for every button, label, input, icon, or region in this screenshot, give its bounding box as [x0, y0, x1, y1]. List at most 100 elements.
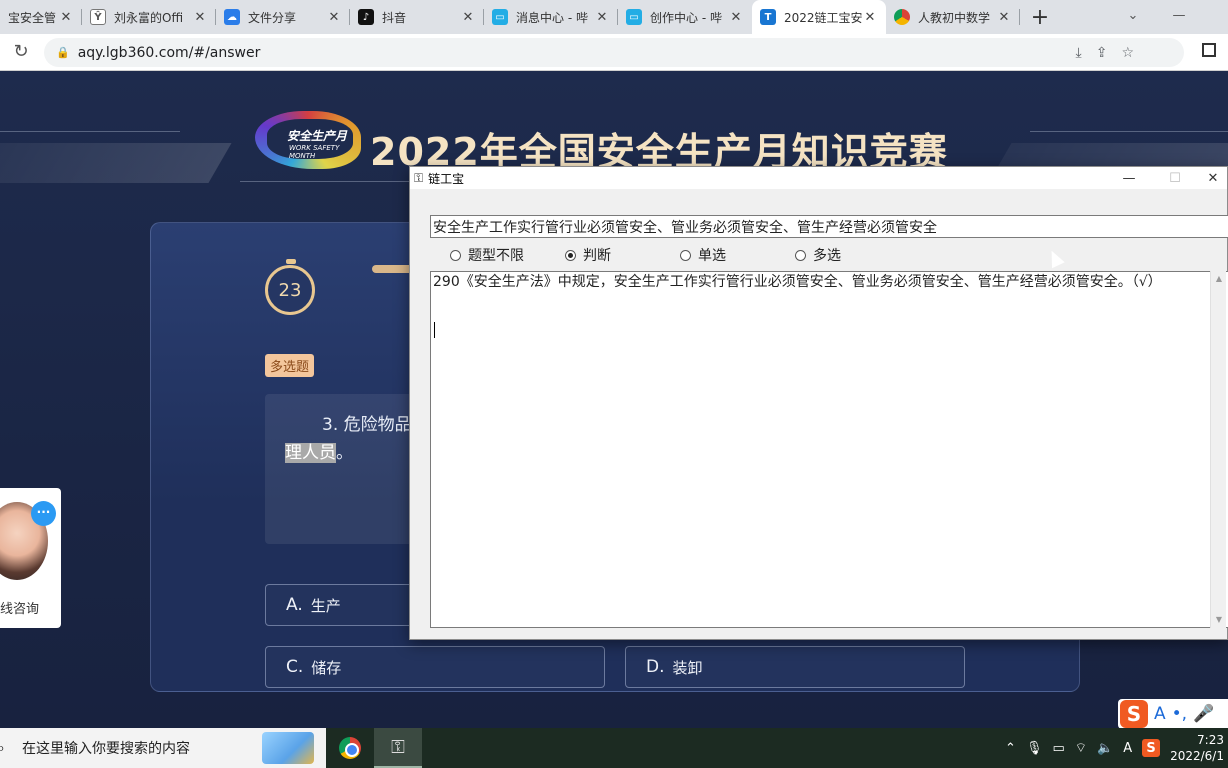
option-a-button[interactable]: A. 生产	[265, 584, 415, 626]
search-input[interactable]: 安全生产工作实行管行业必须管安全、管业务必须管安全、管生产经营必须管安全	[430, 215, 1228, 238]
lgb-favicon-icon: T	[760, 9, 776, 25]
volume-icon[interactable]: 🔈	[1097, 741, 1113, 756]
tab-search-chevron-icon[interactable]: ⌄	[1110, 0, 1156, 30]
browser-tab[interactable]: ♪ 抖音 ✕	[350, 0, 484, 34]
window-titlebar: ⚿ 链工宝 — ☐ ✕	[410, 167, 1227, 189]
countdown-timer: 23	[265, 259, 315, 315]
browser-tab[interactable]: 宝安全管 ✕	[0, 0, 82, 34]
close-icon[interactable]: ✕	[1198, 167, 1228, 189]
microphone-icon[interactable]: 🎤	[1193, 704, 1214, 724]
window-title: 链工宝	[428, 171, 465, 186]
option-letter: C.	[286, 657, 304, 677]
tab-title: 文件分享	[248, 10, 297, 25]
bilibili-favicon-icon: ▭	[626, 9, 642, 25]
option-text: 生产	[310, 596, 341, 615]
punctuation-icon[interactable]: •,	[1172, 704, 1187, 724]
scroll-down-icon[interactable]: ▼	[1211, 612, 1227, 628]
result-text: 290《安全生产法》中规定，安全生产工作实行管行业必须管安全、管业务必须管安全、…	[433, 274, 1162, 290]
close-tab-icon[interactable]: ✕	[326, 10, 342, 25]
maximize-icon[interactable]: ☐	[1152, 167, 1198, 189]
browser-tab[interactable]: ▭ 创作中心 - 哔 ✕	[618, 0, 752, 34]
bookmark-star-icon[interactable]: ☆	[1121, 45, 1134, 61]
question-type-badge: 多选题	[265, 354, 315, 377]
cloud-favicon-icon: ☁	[224, 9, 240, 25]
radio-dot	[795, 249, 806, 261]
bilibili-favicon-icon: ▭	[492, 9, 508, 25]
sogou-tray-icon[interactable]: S	[1142, 739, 1161, 757]
ime-mode-tray-icon[interactable]: A	[1123, 741, 1132, 756]
chrome-favicon-icon	[894, 9, 910, 25]
tab-title: 人教初中数学	[918, 10, 991, 25]
question-text-line2: 理人员。	[285, 438, 353, 463]
decor-stripe	[0, 143, 232, 183]
taskbar-lgb-app-button[interactable]: ⚿	[374, 728, 422, 768]
radio-dot-selected	[565, 249, 576, 261]
browser-tab[interactable]: 人教初中数学 ✕	[886, 0, 1020, 34]
minimize-window-icon[interactable]: —	[1156, 0, 1202, 30]
battery-icon[interactable]: ▭	[1052, 741, 1064, 756]
reload-icon[interactable]: ↻	[10, 41, 32, 63]
taskbar-search-box[interactable]: ⌕ 在这里输入你要搜索的内容	[0, 728, 326, 768]
scroll-up-icon[interactable]: ▲	[1211, 271, 1227, 287]
vertical-scrollbar[interactable]: ▲ ▼	[1210, 271, 1226, 628]
browser-tab-active[interactable]: T 2022链工宝安 ✕	[752, 0, 886, 34]
radio-multi-choice[interactable]: 多选	[795, 245, 841, 265]
decor-line	[1030, 131, 1228, 132]
taskbar-search-placeholder: 在这里输入你要搜索的内容	[22, 741, 190, 757]
chrome-icon	[339, 737, 361, 759]
browser-tab[interactable]: ☁ 文件分享 ✕	[216, 0, 350, 34]
close-tab-icon[interactable]: ✕	[862, 10, 878, 25]
close-tab-icon[interactable]: ✕	[192, 10, 208, 25]
radio-dot	[680, 249, 691, 261]
option-c-button[interactable]: C. 储存	[265, 646, 605, 688]
radio-true-false[interactable]: 判断	[565, 245, 611, 265]
minimize-icon[interactable]: —	[1106, 167, 1152, 189]
logo-subtext: WORK SAFETY MONTH	[289, 144, 340, 160]
safety-month-logo: 安全生产月 WORK SAFETY MONTH	[255, 111, 361, 169]
radio-dot	[450, 249, 461, 261]
option-letter: A.	[286, 595, 303, 615]
ime-mode-label: A	[1154, 704, 1166, 724]
key-icon: ⚿	[414, 170, 424, 185]
online-consult-widget[interactable]: ··· 线咨询	[0, 488, 61, 628]
url-omnibox[interactable]: 🔒 aqy.lgb360.com/#/answer ⤓ ⇪ ☆	[44, 38, 1184, 67]
text-caret	[434, 322, 435, 338]
tab-title: 宝安全管	[8, 10, 57, 25]
install-app-icon[interactable]: ⤓	[1076, 45, 1082, 61]
url-text: aqy.lgb360.com/#/answer	[77, 44, 261, 61]
close-tab-icon[interactable]: ✕	[728, 10, 744, 25]
result-textarea[interactable]: 290《安全生产法》中规定，安全生产工作实行管行业必须管安全、管业务必须管安全、…	[430, 271, 1228, 628]
option-d-button[interactable]: D. 装卸	[625, 646, 965, 688]
browser-tab-strip: 宝安全管 ✕ Ŷ 刘永富的Offi ✕ ☁ 文件分享 ✕ ♪ 抖音 ✕ ▭ 消息…	[0, 0, 1228, 34]
close-tab-icon[interactable]: ✕	[460, 10, 476, 25]
radio-label: 题型不限	[468, 248, 524, 264]
search-icon: ⌕	[0, 738, 5, 757]
show-hidden-icons-icon[interactable]: ⌃	[1005, 741, 1016, 756]
radio-single-choice[interactable]: 单选	[680, 245, 726, 265]
question-text-end: 。	[336, 443, 353, 463]
weather-widget-icon[interactable]	[262, 732, 314, 764]
ime-toolbar[interactable]: S A •, 🎤	[1118, 699, 1228, 729]
close-tab-icon[interactable]: ✕	[594, 10, 610, 25]
chat-bubble-icon: ···	[31, 501, 56, 526]
tab-title: 消息中心 - 哔	[516, 10, 588, 25]
taskbar-chrome-button[interactable]	[326, 728, 374, 768]
close-tab-icon[interactable]: ✕	[996, 10, 1012, 25]
radio-label: 判断	[583, 248, 611, 264]
decor-line	[0, 131, 180, 132]
radio-any-type[interactable]: 题型不限	[450, 245, 524, 265]
tray-clock[interactable]: 7:23 2022/6/1	[1170, 732, 1224, 764]
close-tab-icon[interactable]: ✕	[58, 10, 74, 25]
new-tab-button[interactable]: +	[1020, 0, 1060, 34]
share-icon[interactable]: ⇪	[1096, 45, 1108, 61]
office-favicon-icon: Ŷ	[90, 9, 106, 25]
tray-time: 7:23	[1197, 733, 1224, 747]
browser-tab[interactable]: ▭ 消息中心 - 哔 ✕	[484, 0, 618, 34]
side-panel-icon[interactable]	[1202, 43, 1216, 57]
wifi-icon[interactable]: ⌔	[1075, 740, 1087, 756]
browser-tab[interactable]: Ŷ 刘永富的Offi ✕	[82, 0, 216, 34]
radio-label: 多选	[813, 248, 841, 264]
address-bar-row: ↻ 🔒 aqy.lgb360.com/#/answer ⤓ ⇪ ☆	[0, 34, 1228, 71]
lock-icon: 🔒	[56, 46, 70, 59]
microphone-tray-icon[interactable]: 🎙	[1026, 741, 1043, 756]
